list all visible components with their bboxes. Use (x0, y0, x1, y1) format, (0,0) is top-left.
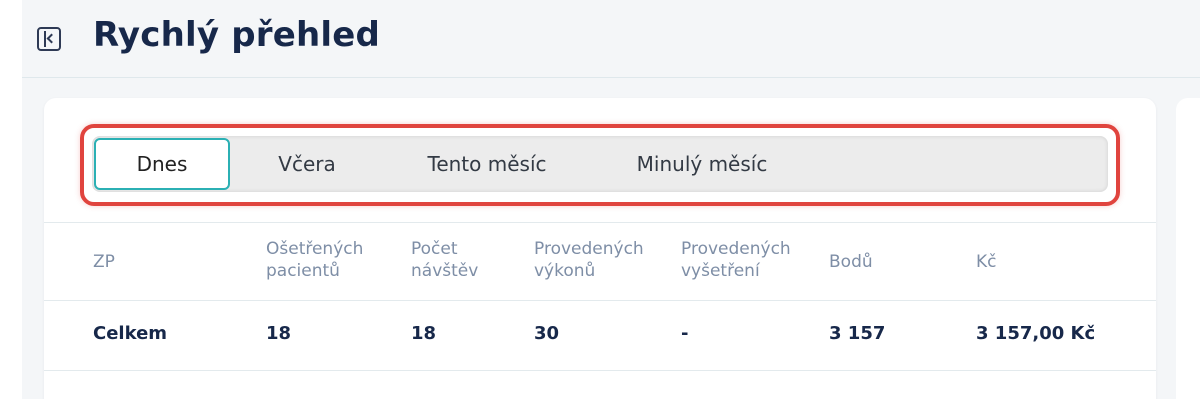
cell-kc: 3 157,00 Kč (976, 323, 1096, 344)
cell-pocet: 18 (411, 323, 437, 344)
col-header-bodu: Bodů (829, 251, 873, 273)
row-divider (44, 300, 1156, 301)
col-header-line: výkonů (534, 261, 596, 281)
chevron-left-icon (46, 33, 57, 44)
col-header-line: pacientů (266, 261, 340, 281)
col-header-pocet: Počet návštěv (411, 238, 478, 282)
col-header-line: Počet (411, 239, 458, 259)
sidebar-toggle-bar (44, 31, 46, 47)
col-header-kc: Kč (976, 251, 997, 273)
col-header-zp: ZP (93, 251, 115, 273)
cell-vysetreni: - (681, 323, 689, 344)
col-header-line: Ošetřených (266, 239, 364, 259)
cell-zp: Celkem (93, 323, 168, 344)
col-header-provedenych-vysetreni: Provedených vyšetření (681, 238, 791, 282)
sidebar-collapse-icon[interactable] (37, 27, 61, 51)
col-header-line: návštěv (411, 261, 479, 281)
cell-bodu: 3 157 (829, 323, 886, 344)
col-header-line: ZP (93, 252, 115, 272)
row-divider (44, 370, 1156, 371)
col-header-line: Provedených (681, 239, 791, 259)
col-header-osetrenych: Ošetřených pacientů (266, 238, 363, 282)
cell-osetrenych: 18 (266, 323, 292, 344)
tabs-highlight-outline (80, 124, 1120, 206)
left-edge (0, 0, 22, 399)
col-header-line: Kč (976, 252, 997, 272)
col-header-line: Provedených (534, 239, 644, 259)
cell-vykonu: 30 (534, 323, 560, 344)
col-header-line: Bodů (829, 252, 873, 272)
page-title: Rychlý přehled (93, 15, 381, 55)
table-top-divider (44, 222, 1156, 223)
side-card (1176, 98, 1200, 399)
col-header-line: vyšetření (681, 261, 760, 281)
col-header-provedenych-vykonu: Provedených výkonů (534, 238, 644, 282)
